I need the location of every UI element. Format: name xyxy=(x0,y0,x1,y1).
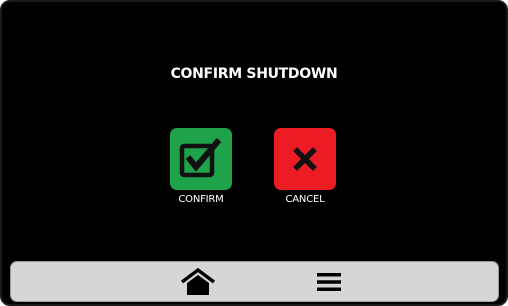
checkbox-check-icon xyxy=(179,138,222,178)
device-screen: CONFIRM SHUTDOWN CONFIRM CANCEL xyxy=(0,0,508,306)
home-icon xyxy=(180,267,216,295)
x-icon xyxy=(293,147,317,171)
bottom-navigation-bar xyxy=(10,261,499,302)
hamburger-menu-icon xyxy=(317,273,341,291)
cancel-label: CANCEL xyxy=(285,194,325,205)
menu-button[interactable] xyxy=(311,266,347,298)
cancel-action: CANCEL xyxy=(270,128,340,206)
confirm-action: CONFIRM xyxy=(166,128,236,206)
confirm-button[interactable] xyxy=(170,128,232,190)
confirm-label: CONFIRM xyxy=(178,194,224,205)
cancel-button[interactable] xyxy=(274,128,336,190)
home-button[interactable] xyxy=(180,266,216,298)
dialog-title: CONFIRM SHUTDOWN xyxy=(170,66,338,82)
